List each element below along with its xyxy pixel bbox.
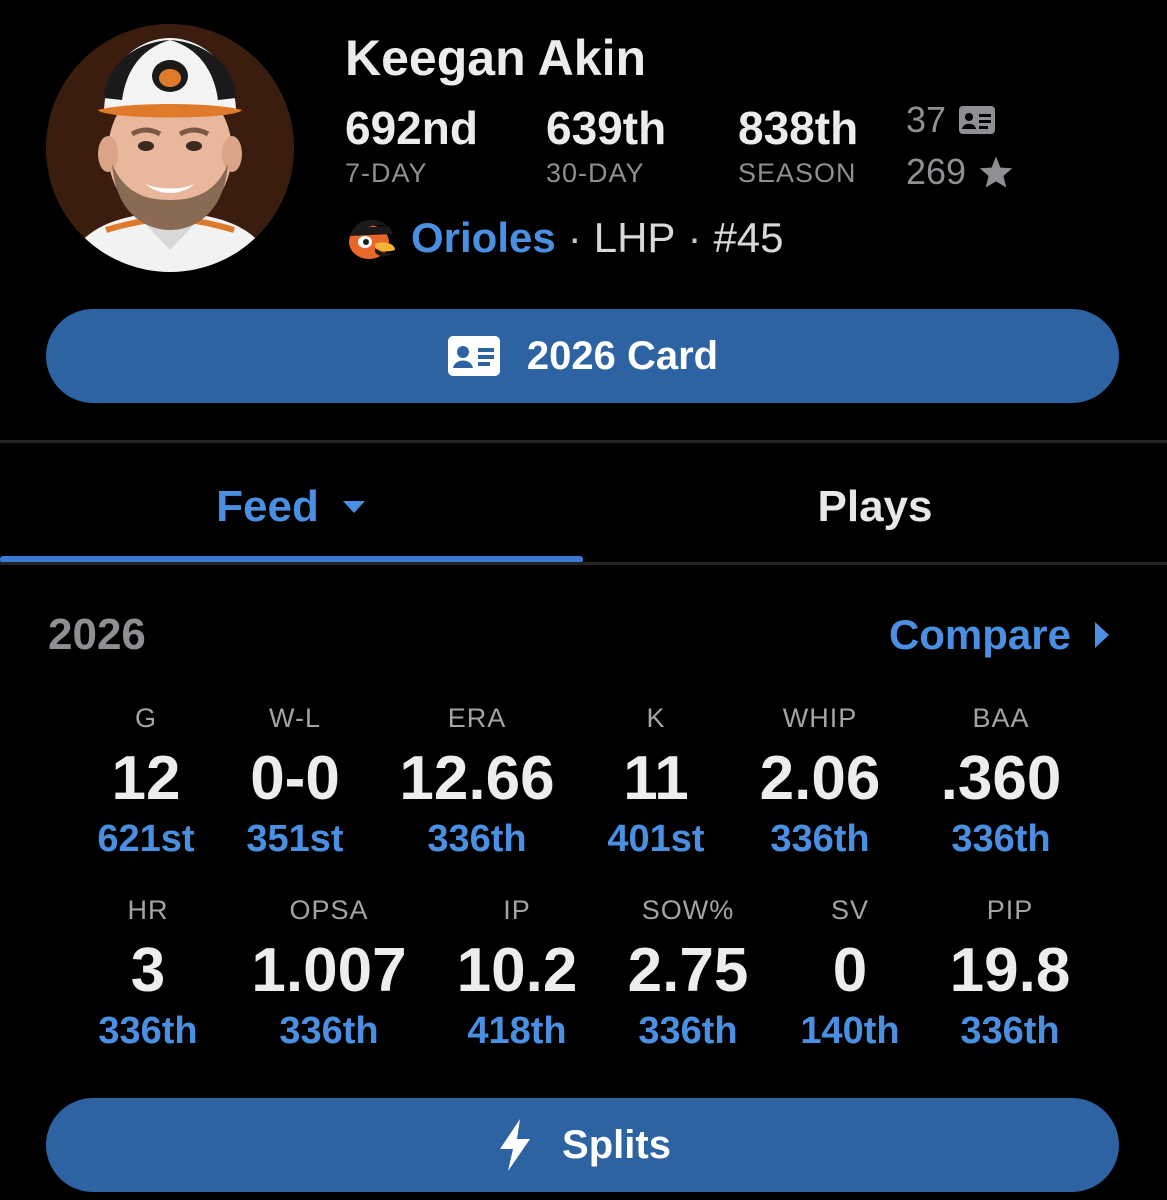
rank-value: 838th	[738, 102, 859, 154]
team-name-link[interactable]: Orioles	[411, 212, 556, 264]
rank-7-day: 692nd 7-DAY	[345, 100, 478, 188]
stat-baa[interactable]: BAA .360 336th	[901, 703, 1101, 861]
season-label: 2026	[48, 610, 146, 659]
rank-label: SEASON	[738, 158, 857, 188]
rank-season: 838th SEASON	[738, 100, 858, 188]
rank-label: 30-DAY	[546, 158, 645, 188]
stat-rank: 351st	[246, 818, 344, 860]
stat-label: BAA	[972, 703, 1030, 733]
compare-link[interactable]: Compare	[889, 610, 1111, 660]
compare-label: Compare	[888, 611, 1071, 658]
stat-value: 12.66	[399, 744, 555, 813]
stat-value: 0-0	[250, 744, 340, 813]
team-info: Orioles · LHP · #45	[345, 212, 784, 264]
card-button-label: 2026 Card	[526, 333, 719, 378]
stat-label: OPSA	[289, 895, 369, 925]
card-count[interactable]: 37	[906, 100, 996, 140]
stat-whip[interactable]: WHIP 2.06 336th	[720, 703, 920, 861]
stat-label: ERA	[447, 703, 507, 733]
id-card-icon	[958, 105, 996, 135]
tab-feed-label: Feed	[216, 482, 319, 531]
section-divider	[0, 440, 1167, 443]
stat-label: IP	[503, 895, 531, 925]
star-count[interactable]: 269	[906, 152, 1014, 192]
stat-value: 2.06	[759, 744, 881, 813]
stat-label: HR	[127, 895, 169, 925]
stat-rank: 336th	[960, 1010, 1060, 1052]
stat-label: W-L	[268, 703, 321, 733]
stat-rank: 418th	[467, 1010, 567, 1052]
separator: ·	[567, 214, 582, 261]
player-photo	[46, 24, 294, 272]
player-avatar[interactable]	[46, 24, 294, 272]
stat-value: 1.007	[251, 936, 407, 1005]
stat-opsa[interactable]: OPSA 1.007 336th	[229, 895, 429, 1053]
player-name: Keegan Akin	[345, 30, 647, 86]
player-position: LHP	[593, 214, 676, 261]
stat-w-l[interactable]: W-L 0-0 351st	[195, 703, 395, 861]
star-icon	[978, 155, 1014, 189]
stat-rank: 336th	[98, 1010, 198, 1052]
stat-rank: 336th	[951, 818, 1051, 860]
stat-value: 3	[130, 936, 166, 1005]
tab-feed[interactable]: Feed	[0, 462, 583, 552]
stat-hr[interactable]: HR 3 336th	[48, 895, 248, 1053]
splits-button[interactable]: Splits	[46, 1098, 1119, 1192]
splits-button-label: Splits	[562, 1122, 671, 1167]
stat-rank: 336th	[770, 818, 870, 860]
rank-value: 639th	[546, 102, 667, 154]
id-card-icon	[447, 335, 501, 377]
caret-right-icon	[1093, 620, 1111, 650]
tab-plays-label: Plays	[817, 482, 933, 531]
lightning-bolt-icon	[494, 1117, 536, 1173]
jersey-number: #45	[713, 214, 784, 261]
tab-divider	[0, 562, 1167, 565]
stat-value: .360	[940, 744, 1062, 813]
stat-era[interactable]: ERA 12.66 336th	[377, 703, 577, 861]
card-button[interactable]: 2026 Card	[46, 309, 1119, 403]
star-count-value: 269	[906, 151, 967, 192]
stat-ip[interactable]: IP 10.2 418th	[417, 895, 617, 1053]
stat-value: 19.8	[949, 936, 1071, 1005]
stat-label: WHIP	[782, 703, 858, 733]
stat-rank: 336th	[279, 1010, 379, 1052]
rank-value: 692nd	[345, 102, 478, 154]
caret-down-icon	[341, 499, 367, 515]
tab-plays[interactable]: Plays	[583, 462, 1167, 552]
stat-pip[interactable]: PIP 19.8 336th	[910, 895, 1110, 1053]
stat-value: 10.2	[456, 936, 578, 1005]
card-count-value: 37	[906, 99, 947, 140]
separator: ·	[687, 214, 702, 261]
stat-label: PIP	[986, 895, 1034, 925]
rank-label: 7-DAY	[345, 158, 428, 188]
rank-30-day: 639th 30-DAY	[546, 100, 666, 188]
orioles-bird-icon	[345, 214, 397, 262]
stat-rank: 336th	[427, 818, 527, 860]
